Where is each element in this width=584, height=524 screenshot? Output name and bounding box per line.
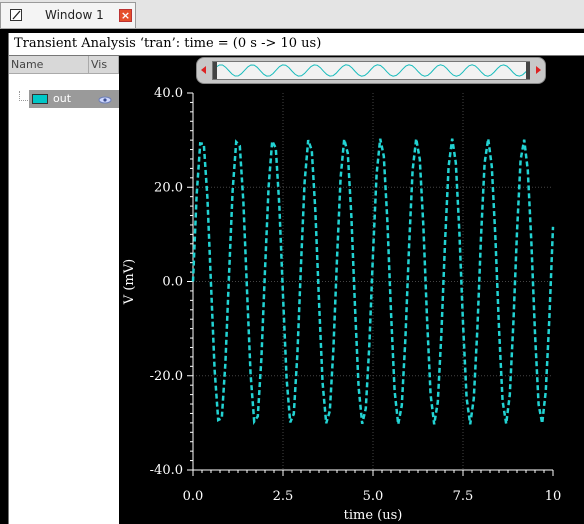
y-tick-label: -40.0 xyxy=(150,463,183,478)
overview-strip[interactable] xyxy=(212,61,530,80)
window-icon xyxy=(10,9,22,21)
overview-series-line xyxy=(212,64,530,77)
column-header-vis[interactable]: Vis xyxy=(89,56,119,74)
tab-label: Window 1 xyxy=(45,8,104,22)
column-header-name[interactable]: Name xyxy=(9,56,89,74)
x-tick-label: 2.5 xyxy=(273,489,294,504)
trace-list-panel: Name Vis out xyxy=(9,56,119,524)
overview-waveform xyxy=(212,64,530,77)
slider-left-handle[interactable] xyxy=(213,62,217,79)
tab-bar: Window 1 × xyxy=(0,0,584,29)
waveform-window: Transient Analysis ‘tran’: time = (0 s -… xyxy=(8,33,584,524)
scroll-right-icon[interactable] xyxy=(536,66,541,74)
tab-window-1[interactable]: Window 1 × xyxy=(0,2,136,28)
x-tick-label: 10 xyxy=(545,489,562,504)
y-tick-label: 40.0 xyxy=(154,86,183,101)
eye-icon[interactable] xyxy=(98,96,112,104)
y-tick-label: -20.0 xyxy=(150,369,183,384)
zoom-slider[interactable] xyxy=(196,57,546,84)
slider-right-handle[interactable] xyxy=(526,62,530,79)
trace-row-out[interactable]: out xyxy=(29,90,119,108)
scroll-left-icon[interactable] xyxy=(201,66,206,74)
x-tick-label: 0.0 xyxy=(183,489,204,504)
analysis-title: Transient Analysis ‘tran’: time = (0 s -… xyxy=(14,36,322,51)
trace-name: out xyxy=(53,92,72,105)
analysis-title-bar: Transient Analysis ‘tran’: time = (0 s -… xyxy=(9,33,584,56)
x-tick-label: 5.0 xyxy=(363,489,384,504)
close-icon[interactable]: × xyxy=(119,9,132,22)
y-tick-label: 20.0 xyxy=(154,180,183,195)
y-tick-label: 0.0 xyxy=(162,275,183,290)
trace-color-swatch xyxy=(32,94,48,104)
plot-area[interactable]: -40.0 -20.0 0.0 20.0 40.0 0.0 2.5 5.0 7.5 10 V (mV… xyxy=(120,56,584,524)
waveform-chart: -40.0 -20.0 0.0 20.0 40.0 0.0 2.5 5.0 7.5 10 V (mV… xyxy=(122,86,562,523)
x-axis-title: time (us) xyxy=(344,508,403,523)
y-axis-title: V (mV) xyxy=(122,259,137,305)
x-tick-label: 7.5 xyxy=(453,489,474,504)
